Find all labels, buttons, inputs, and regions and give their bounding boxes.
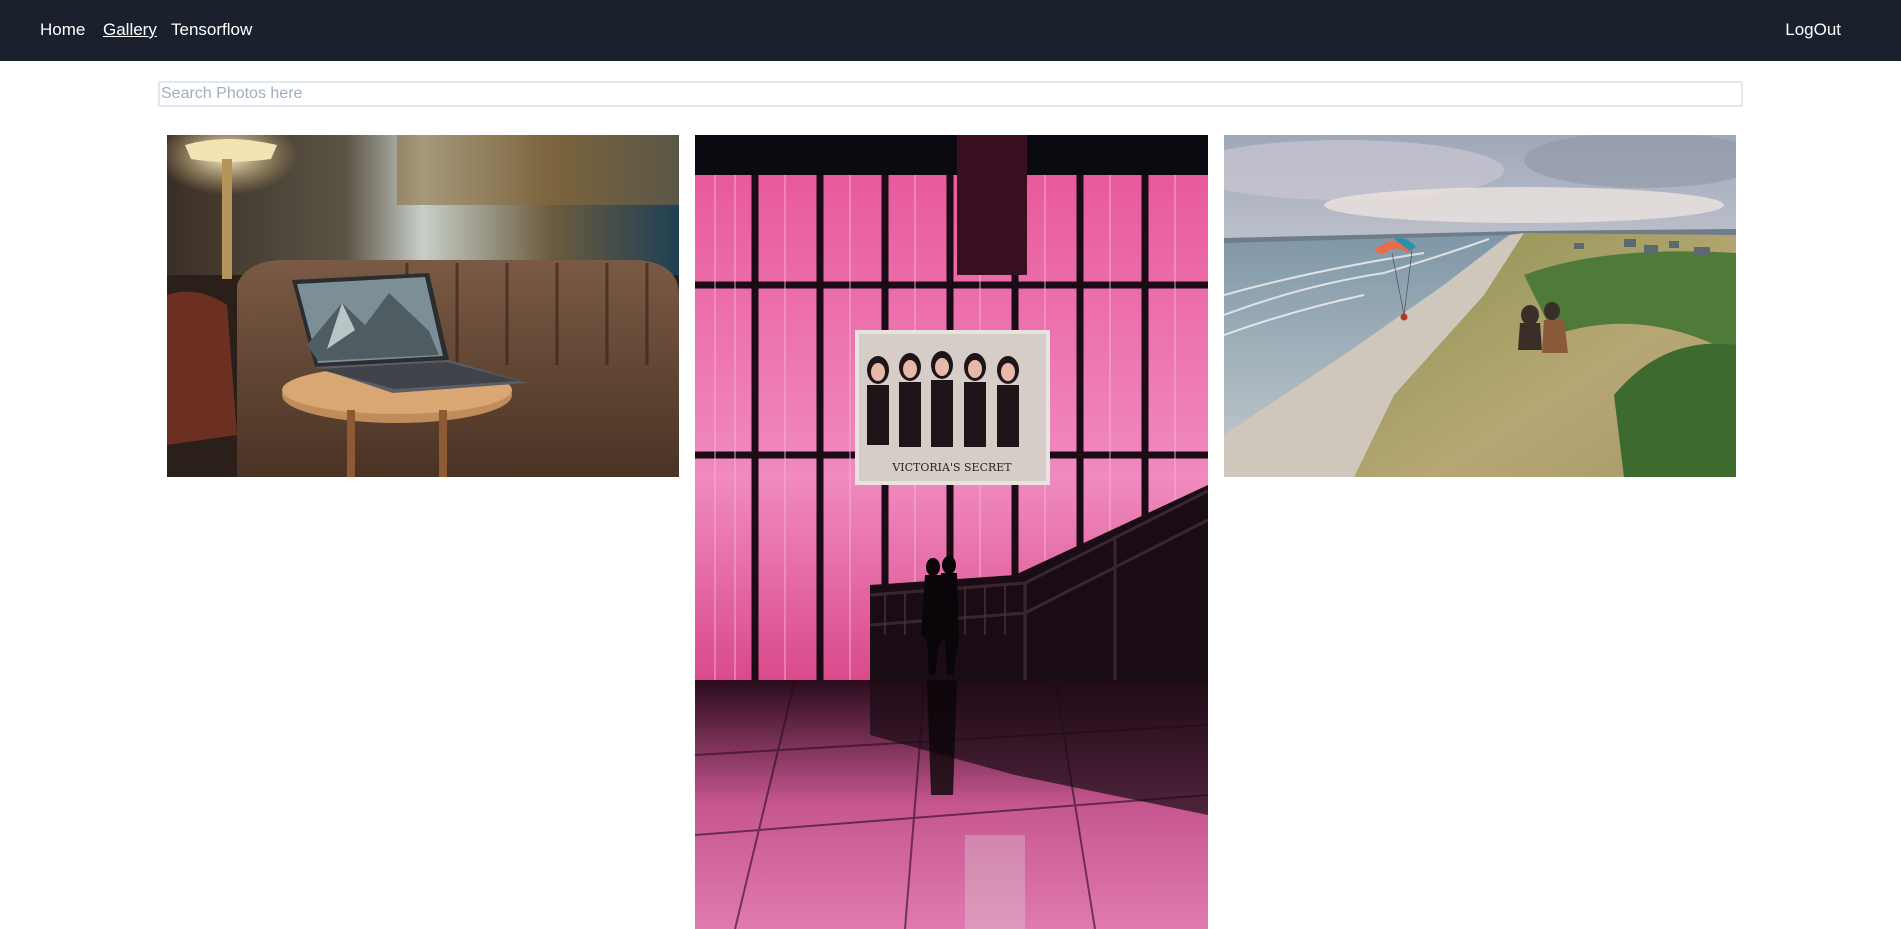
nav-link-gallery[interactable]: Gallery [103, 19, 157, 41]
gallery-photo-pink-atrium[interactable]: VICTORIA'S SECRET [695, 135, 1208, 929]
sign-text: VICTORIA'S SECRET [891, 461, 1012, 474]
gallery-photo-laptop[interactable] [167, 135, 679, 477]
logout-link[interactable]: LogOut [1785, 19, 1841, 41]
top-navbar: Home Gallery Tensorflow LogOut [0, 0, 1901, 61]
gallery-photo-beach-cliffs[interactable] [1224, 135, 1736, 477]
pink-atrium-image: VICTORIA'S SECRET [695, 135, 1208, 929]
laptop-lounge-image [167, 135, 679, 477]
search-photos-input[interactable] [158, 81, 1743, 107]
nav-link-tensorflow[interactable]: Tensorflow [171, 19, 252, 41]
beach-cliffs-image [1224, 135, 1736, 477]
nav-link-home[interactable]: Home [40, 19, 85, 41]
